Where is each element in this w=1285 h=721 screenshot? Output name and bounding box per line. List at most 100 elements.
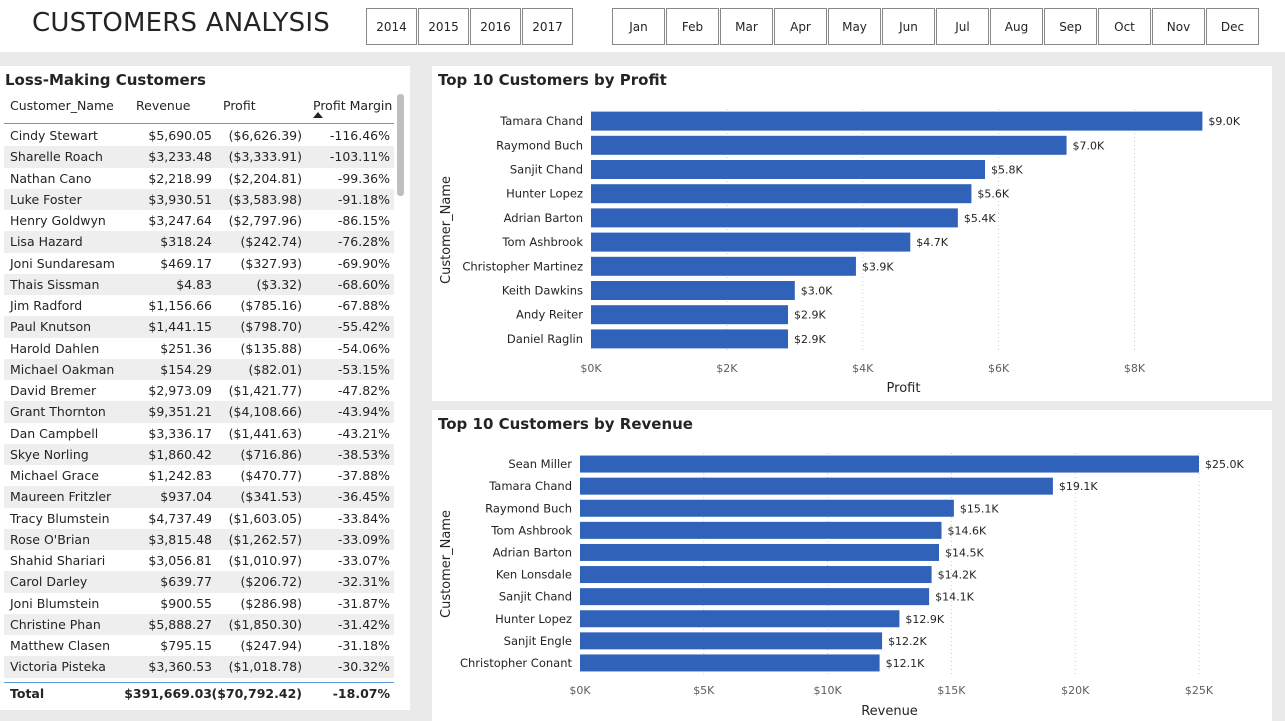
column-header-revenue[interactable]: Revenue <box>136 98 190 113</box>
loss-making-customers-table: Loss-Making Customers Customer_Name Reve… <box>0 66 410 710</box>
month-button-aug[interactable]: Aug <box>990 8 1043 45</box>
bar[interactable] <box>580 499 954 517</box>
bar-data-label: $12.9K <box>905 613 944 626</box>
month-button-jan[interactable]: Jan <box>612 8 665 45</box>
bar[interactable] <box>591 184 972 204</box>
month-button-mar[interactable]: Mar <box>720 8 773 45</box>
x-tick-label: $0K <box>580 362 602 375</box>
revenue-chart-panel: $0K $5K $10K $15K $20K $25K Sean Miller $25.0K T… <box>432 410 1272 721</box>
bar[interactable] <box>591 329 789 349</box>
cell-revenue: $1,156.66 <box>148 298 212 313</box>
bar[interactable] <box>580 610 900 628</box>
table-row[interactable]: Christine Phan $5,888.27 ($1,850.30) -31.42… <box>4 613 394 635</box>
table-row[interactable]: Carol Darley $639.77 ($206.72) -32.31% <box>4 571 394 593</box>
year-button-2015[interactable]: 2015 <box>418 8 469 45</box>
bar-data-label: $15.1K <box>960 502 999 515</box>
table-row[interactable]: Michael Oakman $154.29 ($82.01) -53.15% <box>4 358 394 380</box>
cell-profit-margin: -31.42% <box>337 616 390 632</box>
month-button-dec[interactable]: Dec <box>1206 8 1259 45</box>
table-row[interactable]: Luke Foster $3,930.51 ($3,583.98) -91.18% <box>4 188 394 210</box>
month-button-nov[interactable]: Nov <box>1152 8 1205 45</box>
bar[interactable] <box>580 654 880 672</box>
table-row[interactable]: David Bremer $2,973.09 ($1,421.77) -47.82% <box>4 380 394 401</box>
bar-data-label: $7.0K <box>1073 139 1105 152</box>
bar[interactable] <box>580 588 930 606</box>
table-row[interactable]: Thais Sissman $4.83 ($3.32) -68.60% <box>4 273 394 295</box>
bar[interactable] <box>580 455 1199 473</box>
month-button-apr[interactable]: Apr <box>774 8 827 45</box>
cell-profit: ($3,583.98) <box>228 191 302 207</box>
year-button-2016[interactable]: 2016 <box>470 8 521 45</box>
month-button-feb[interactable]: Feb <box>666 8 719 45</box>
table-row[interactable]: Lisa Hazard $318.24 ($242.74) -76.28% <box>4 231 394 253</box>
table-body[interactable]: Cindy Stewart $5,690.05 ($6,626.39) -116.46… <box>4 125 394 681</box>
table-row[interactable]: Henry Goldwyn $3,247.64 ($2,797.96) -86.15% <box>4 210 394 231</box>
table-row[interactable]: Sharelle Roach $3,233.48 ($3,333.91) -103.1… <box>4 146 394 168</box>
table-row[interactable]: Joni Blumstein $900.55 ($286.98) -31.87% <box>4 593 394 614</box>
cell-profit: ($785.16) <box>240 298 302 313</box>
cell-profit: ($82.01) <box>248 361 303 377</box>
bar[interactable] <box>580 521 942 539</box>
bar[interactable] <box>591 281 795 300</box>
cell-customer-name: Henry Goldwyn <box>10 213 106 228</box>
bar[interactable] <box>580 632 883 650</box>
cell-profit-margin: -33.09% <box>337 531 390 547</box>
bar[interactable] <box>591 111 1203 131</box>
month-button-sep[interactable]: Sep <box>1044 8 1097 45</box>
column-header-customer-name[interactable]: Customer_Name <box>10 98 114 113</box>
table-row[interactable]: Maureen Gnade $1,243.38 ($380.79) -30.71% <box>4 678 394 682</box>
year-button-2014[interactable]: 2014 <box>366 8 417 45</box>
bar[interactable] <box>591 135 1067 155</box>
cell-customer-name: Jim Radford <box>10 298 83 313</box>
bar[interactable] <box>580 543 940 561</box>
y-category-label: Sanjit Chand <box>510 163 583 177</box>
cell-profit: ($1,018.78) <box>228 659 302 675</box>
bar[interactable] <box>591 208 958 228</box>
table-row[interactable]: Grant Thornton $9,351.21 ($4,108.66) -43.94… <box>4 401 394 423</box>
table-scrollbar[interactable] <box>397 94 404 196</box>
bar[interactable] <box>580 566 932 584</box>
y-category-label: Andy Reiter <box>516 308 583 322</box>
table-row[interactable]: Maureen Fritzler $937.04 ($341.53) -36.45% <box>4 486 394 508</box>
table-row[interactable]: Skye Norling $1,860.42 ($716.86) -38.53% <box>4 443 394 465</box>
month-button-jul[interactable]: Jul <box>936 8 989 45</box>
cell-profit: ($247.94) <box>240 638 302 653</box>
cell-revenue: $1,441.15 <box>148 319 212 335</box>
cell-profit-margin: -76.28% <box>337 234 390 250</box>
column-header-profit-margin[interactable]: Profit Margin <box>313 98 392 113</box>
month-button-oct[interactable]: Oct <box>1098 8 1151 45</box>
table-row[interactable]: Rose O'Brian $3,815.48 ($1,262.57) -33.09% <box>4 528 394 550</box>
cell-profit: ($798.70) <box>240 319 302 335</box>
bar[interactable] <box>591 305 789 325</box>
table-row[interactable]: Paul Knutson $1,441.15 ($798.70) -55.42% <box>4 316 394 338</box>
x-tick-label: $8K <box>1124 362 1146 375</box>
bar[interactable] <box>591 256 856 276</box>
bar[interactable] <box>591 160 986 179</box>
table-row[interactable]: Victoria Pisteka $3,360.53 ($1,018.78) -30.… <box>4 656 394 678</box>
column-header-profit[interactable]: Profit <box>223 98 256 113</box>
total-margin: -18.07% <box>332 686 390 701</box>
table-row[interactable]: Nathan Cano $2,218.99 ($2,204.81) -99.36% <box>4 168 394 189</box>
table-row[interactable]: Harold Dahlen $251.36 ($135.88) -54.06% <box>4 338 394 359</box>
bar[interactable] <box>591 232 911 252</box>
cell-profit-margin: -31.87% <box>337 595 390 611</box>
table-row[interactable]: Tracy Blumstein $4,737.49 ($1,603.05) -33.8… <box>4 508 394 529</box>
table-row[interactable]: Jim Radford $1,156.66 ($785.16) -67.88% <box>4 295 394 316</box>
x-tick-label: $6K <box>988 362 1010 375</box>
month-button-jun[interactable]: Jun <box>882 8 935 45</box>
table-row[interactable]: Shahid Shariari $3,056.81 ($1,010.97) -33.0… <box>4 550 394 571</box>
cell-customer-name: Tracy Blumstein <box>10 510 110 526</box>
table-row[interactable]: Joni Sundaresam $469.17 ($327.93) -69.90% <box>4 253 394 274</box>
year-button-2017[interactable]: 2017 <box>522 8 573 45</box>
cell-customer-name: Michael Oakman <box>10 361 115 377</box>
table-row[interactable]: Matthew Clasen $795.15 ($247.94) -31.18% <box>4 635 394 656</box>
table-row[interactable]: Michael Grace $1,242.83 ($470.77) -37.88% <box>4 465 394 486</box>
cell-customer-name: Thais Sissman <box>10 276 100 292</box>
month-button-may[interactable]: May <box>828 8 881 45</box>
bar[interactable] <box>580 477 1053 495</box>
y-axis-title: Customer_Name <box>439 176 454 284</box>
sort-ascending-icon[interactable] <box>313 112 323 118</box>
table-row[interactable]: Cindy Stewart $5,690.05 ($6,626.39) -116.46… <box>4 125 394 146</box>
cell-profit: ($1,441.63) <box>228 425 302 441</box>
table-row[interactable]: Dan Campbell $3,336.17 ($1,441.63) -43.21% <box>4 423 394 444</box>
